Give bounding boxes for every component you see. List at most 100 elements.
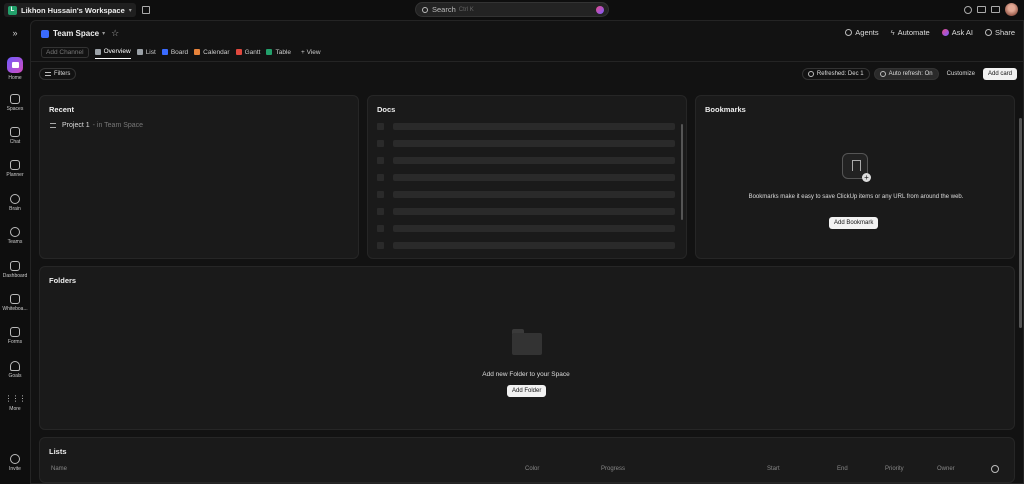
- rail-planner[interactable]: Planner: [0, 160, 30, 178]
- agents-button[interactable]: Agents: [845, 28, 879, 37]
- customize-button[interactable]: Customize: [943, 71, 979, 77]
- filters-label: Filters: [54, 71, 71, 77]
- rail-label: Dashboard: [2, 273, 28, 279]
- apps-icon[interactable]: [991, 6, 1000, 13]
- list-icon: [50, 123, 56, 128]
- rail-chat[interactable]: Chat: [0, 127, 30, 145]
- space-header[interactable]: Team Space ▾ ☆: [41, 28, 119, 39]
- video-icon[interactable]: [977, 6, 986, 13]
- doc-title-placeholder: [393, 123, 675, 130]
- add-bookmark-button[interactable]: Add Bookmark: [829, 217, 879, 229]
- doc-placeholder-row: [377, 140, 675, 147]
- tab-calendar[interactable]: Calendar: [194, 45, 230, 59]
- top-right-actions: [964, 3, 1018, 16]
- ask-ai-button[interactable]: Ask AI: [941, 28, 973, 37]
- rail-more[interactable]: ⋮⋮⋮ More: [0, 394, 30, 412]
- doc-icon-placeholder: [377, 191, 384, 198]
- expand-sidebar-button[interactable]: »: [0, 28, 30, 38]
- doc-title-placeholder: [393, 140, 675, 147]
- workspace-switcher[interactable]: L Likhon Hussain's Workspace ▾: [4, 3, 136, 17]
- automate-button[interactable]: ϟ Automate: [891, 28, 930, 37]
- tab-label: Board: [170, 48, 189, 56]
- doc-title-placeholder: [393, 157, 675, 164]
- rail-whiteboards[interactable]: Whiteboa...: [0, 294, 30, 312]
- doc-title-placeholder: [393, 208, 675, 215]
- doc-icon-placeholder: [377, 208, 384, 215]
- rail-spaces[interactable]: Spaces: [0, 94, 30, 112]
- tab-label: Calendar: [203, 48, 230, 56]
- chevron-down-icon: ▾: [128, 7, 132, 14]
- doc-placeholder-row: [377, 157, 675, 164]
- calendar-icon: [194, 49, 201, 55]
- doc-placeholder-row: [377, 208, 675, 215]
- rail-dashboard[interactable]: Dashboard: [0, 261, 30, 279]
- tab-board[interactable]: Board: [161, 45, 189, 59]
- auto-refresh-toggle[interactable]: Auto refresh: On: [873, 68, 939, 80]
- workspace-name: Likhon Hussain's Workspace: [21, 5, 125, 15]
- doc-icon-placeholder: [377, 225, 384, 232]
- recent-item-name: Project 1: [62, 122, 90, 129]
- add-channel-button[interactable]: Add Channel: [41, 46, 89, 58]
- tab-list[interactable]: List: [136, 45, 156, 59]
- doc-title-placeholder: [393, 174, 675, 181]
- recent-item-location: - in Team Space: [92, 122, 144, 129]
- tab-table[interactable]: Table: [266, 45, 291, 59]
- docs-scrollbar[interactable]: [681, 124, 683, 220]
- doc-icon-placeholder: [377, 174, 384, 181]
- tab-overview[interactable]: Overview: [94, 45, 131, 59]
- forms-icon: [10, 327, 20, 337]
- add-view-button[interactable]: + View: [301, 45, 321, 59]
- ai-icon[interactable]: [596, 6, 604, 14]
- divider: [31, 61, 1024, 62]
- spaces-icon: [10, 94, 20, 104]
- refreshed-button[interactable]: Refreshed: Dec 1: [801, 68, 870, 80]
- recent-title: Recent: [49, 105, 75, 114]
- brain-icon: [10, 194, 20, 204]
- gantt-icon: [235, 49, 242, 55]
- rail-goals[interactable]: Goals: [0, 361, 30, 379]
- search-bar[interactable]: Search Ctrl K: [415, 2, 609, 17]
- rail-label: Whiteboa...: [2, 306, 28, 312]
- column-header-progress[interactable]: Progress: [601, 466, 625, 472]
- user-avatar[interactable]: [1005, 3, 1018, 16]
- automate-label: Automate: [897, 28, 930, 37]
- column-header-priority[interactable]: Priority: [885, 466, 904, 472]
- filters-button[interactable]: Filters: [39, 68, 77, 80]
- folders-title: Folders: [49, 276, 77, 285]
- rail-teams[interactable]: Teams: [0, 227, 30, 245]
- refresh-icon: [807, 71, 814, 77]
- page-scrollbar[interactable]: [1019, 118, 1022, 328]
- calendar-icon[interactable]: [141, 6, 150, 14]
- column-header-color[interactable]: Color: [525, 466, 539, 472]
- rail-home[interactable]: Home: [0, 57, 30, 81]
- doc-title-placeholder: [393, 225, 675, 232]
- overview-icon: [94, 48, 101, 55]
- clock-icon: [879, 71, 886, 77]
- lightning-icon: ϟ: [890, 28, 895, 37]
- view-tabs: Add Channel Overview List Board Calendar…: [41, 45, 327, 59]
- add-card-button[interactable]: Add card: [982, 68, 1017, 80]
- doc-placeholder-row: [377, 123, 675, 130]
- rail-brain[interactable]: Brain: [0, 194, 30, 212]
- rail-label: More: [9, 406, 21, 412]
- column-header-name[interactable]: Name: [51, 466, 67, 472]
- tab-gantt[interactable]: Gantt: [235, 45, 260, 59]
- tab-label: Table: [275, 48, 292, 56]
- rail-invite[interactable]: Invite: [0, 454, 30, 472]
- space-icon: [41, 29, 49, 38]
- add-folder-button[interactable]: Add Folder: [507, 385, 547, 397]
- tab-label: List: [145, 48, 156, 56]
- share-button[interactable]: Share: [984, 28, 1015, 37]
- recent-item[interactable]: Project 1 - in Team Space: [50, 122, 143, 129]
- folders-empty-text: Add new Folder to your Space: [482, 371, 570, 378]
- column-header-start[interactable]: Start: [767, 466, 780, 472]
- column-header-end[interactable]: End: [837, 466, 848, 472]
- add-column-icon[interactable]: [991, 465, 999, 473]
- star-icon[interactable]: ☆: [111, 28, 119, 39]
- toolbar-right: Refreshed: Dec 1 Auto refresh: On Custom…: [801, 68, 1017, 80]
- column-header-owner[interactable]: Owner: [937, 466, 955, 472]
- docs-card: Docs: [367, 95, 687, 259]
- doc-title-placeholder: [393, 242, 675, 249]
- rail-forms[interactable]: Forms: [0, 327, 30, 345]
- check-circle-icon[interactable]: [964, 5, 972, 14]
